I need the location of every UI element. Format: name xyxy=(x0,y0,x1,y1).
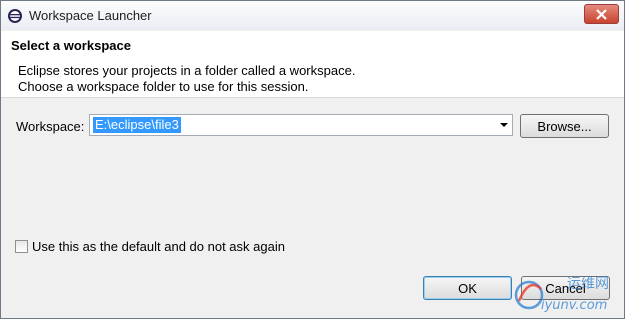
workspace-path-value[interactable]: E:\eclipse\file3 xyxy=(93,117,181,133)
browse-button[interactable]: Browse... xyxy=(520,114,609,138)
title-bar[interactable]: Workspace Launcher xyxy=(1,1,624,30)
default-checkbox[interactable] xyxy=(15,240,28,253)
default-checkbox-label[interactable]: Use this as the default and do not ask a… xyxy=(32,239,285,254)
dialog-header: Select a workspace Eclipse stores your p… xyxy=(1,31,624,98)
workspace-combo[interactable]: E:\eclipse\file3 xyxy=(89,114,513,136)
window-title: Workspace Launcher xyxy=(29,8,152,23)
ok-button[interactable]: OK xyxy=(423,276,512,300)
eclipse-icon xyxy=(8,8,22,23)
default-checkbox-row[interactable]: Use this as the default and do not ask a… xyxy=(15,239,285,254)
workspace-label: Workspace: xyxy=(16,119,85,134)
description-line: Eclipse stores your projects in a folder… xyxy=(18,63,356,78)
dropdown-arrow-icon[interactable] xyxy=(500,123,508,127)
watermark-text-bottom: iyunv.com xyxy=(541,298,607,313)
header-title: Select a workspace xyxy=(11,38,131,53)
workspace-launcher-dialog: Workspace Launcher Select a workspace Ec… xyxy=(0,0,625,319)
cancel-button[interactable]: Cancel xyxy=(521,276,610,300)
close-button[interactable] xyxy=(584,4,619,24)
description-line: Choose a workspace folder to use for thi… xyxy=(18,79,309,94)
close-icon xyxy=(596,8,607,20)
header-description: Eclipse stores your projects in a folder… xyxy=(18,63,355,95)
